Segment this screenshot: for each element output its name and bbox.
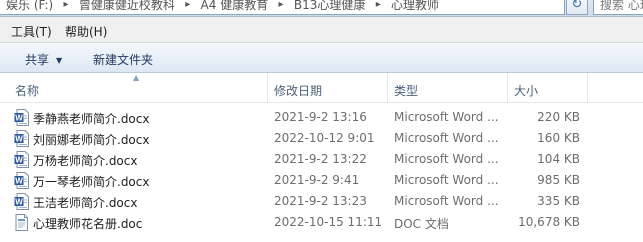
column-divider[interactable] [387,73,388,103]
file-modified: 2022-10-12 9:01 [274,131,375,145]
menu-help[interactable]: 帮助(H) [65,23,107,40]
breadcrumb-current-folder[interactable]: 心理教师 [391,0,439,14]
file-size: 985 KB [537,173,580,187]
file-size: 104 KB [537,152,580,166]
svg-text:W: W [15,197,23,206]
column-header-name[interactable]: 名称 [15,82,39,99]
word-docx-icon: W [14,193,29,210]
file-type: Microsoft Word ... [394,152,499,166]
column-header-type[interactable]: 类型 [394,82,418,99]
breadcrumb-chevron-icon[interactable]: ▸ [179,0,197,14]
svg-text:W: W [15,155,23,164]
svg-text:W: W [15,134,23,143]
file-size: 160 KB [537,131,580,145]
refresh-button[interactable]: ↻ [566,0,588,15]
column-header-size[interactable]: 大小 [514,82,538,99]
svg-text:W: W [15,113,23,122]
svg-text:W: W [15,176,23,185]
breadcrumb-chevron-icon[interactable]: ▸ [272,0,290,14]
file-name: 万杨老师简介.docx [33,154,138,168]
file-modified: 2021-9-2 13:23 [274,194,367,208]
file-size: 335 KB [537,194,580,208]
breadcrumb-drive[interactable]: 娱乐 (F:) [6,0,53,14]
file-type: Microsoft Word ... [394,194,499,208]
menu-bar: 工具(T) 帮助(H) [0,17,643,43]
column-header-modified[interactable]: 修改日期 [274,82,322,99]
breadcrumb-chevron-icon[interactable]: ▸ [57,0,75,14]
breadcrumb-folder-2[interactable]: A4 健康教育 [201,0,269,14]
word-docx-icon: W [14,151,29,168]
file-size: 220 KB [537,110,580,124]
file-name: 季静燕老师简介.docx [33,112,150,126]
address-bar[interactable]: 娱乐 (F:) ▸ 曾健康健近校教科 ▸ A4 健康教育 ▸ B13心理健康 ▸… [0,0,565,15]
file-modified: 2021-9-2 13:16 [274,110,367,124]
file-row[interactable]: W 王洁老师简介.docx 2021-9-2 13:23 Microsoft W… [0,191,643,212]
menu-tools[interactable]: 工具(T) [11,23,52,40]
sort-ascending-icon: ▲ [133,73,140,82]
file-size: 10,678 KB [518,215,580,229]
file-name: 万一琴老师简介.docx [33,175,150,189]
word-docx-icon: W [14,109,29,126]
file-modified: 2021-9-2 9:41 [274,173,360,187]
share-button[interactable]: 共享 ▼ [25,51,62,68]
dropdown-arrow-icon: ▼ [56,56,63,65]
breadcrumb-folder-3[interactable]: B13心理健康 [294,0,366,14]
file-type: Microsoft Word ... [394,131,499,145]
file-row[interactable]: W 万一琴老师简介.docx 2021-9-2 9:41 Microsoft W… [0,170,643,191]
breadcrumb-folder-1[interactable]: 曾健康健近校教科 [79,0,175,14]
breadcrumb-chevron-icon[interactable]: ▸ [369,0,387,14]
new-folder-button[interactable]: 新建文件夹 [93,51,153,68]
doc-file-icon [15,214,28,231]
word-docx-icon: W [14,172,29,189]
file-name: 心理教师花名册.doc [33,217,143,231]
command-bar: 共享 ▼ 新建文件夹 [0,43,643,73]
file-row[interactable]: W 季静燕老师简介.docx 2021-9-2 13:16 Microsoft … [0,107,643,128]
address-bar-strip: 娱乐 (F:) ▸ 曾健康健近校教科 ▸ A4 健康教育 ▸ B13心理健康 ▸… [0,0,643,17]
file-row[interactable]: 心理教师花名册.doc 2022-10-15 11:11 DOC 文档 10,6… [0,212,643,233]
file-row[interactable]: W 刘丽娜老师简介.docx 2022-10-12 9:01 Microsoft… [0,128,643,149]
file-type: DOC 文档 [394,217,449,231]
file-row[interactable]: W 万杨老师简介.docx 2021-9-2 13:22 Microsoft W… [0,149,643,170]
column-divider[interactable] [587,73,588,103]
column-divider[interactable] [507,73,508,103]
file-type: Microsoft Word ... [394,110,499,124]
word-docx-icon: W [14,130,29,147]
column-header-row: ▲ 名称 修改日期 类型 大小 [0,73,643,103]
file-modified: 2021-9-2 13:22 [274,152,367,166]
file-name: 王洁老师简介.docx [33,196,138,210]
file-type: Microsoft Word ... [394,173,499,187]
file-modified: 2022-10-15 11:11 [274,215,383,229]
file-name: 刘丽娜老师简介.docx [33,133,150,147]
refresh-icon: ↻ [571,0,583,12]
column-divider[interactable] [267,73,268,103]
search-input[interactable]: 搜索 心理... [593,0,643,15]
share-label: 共享 [25,53,50,67]
